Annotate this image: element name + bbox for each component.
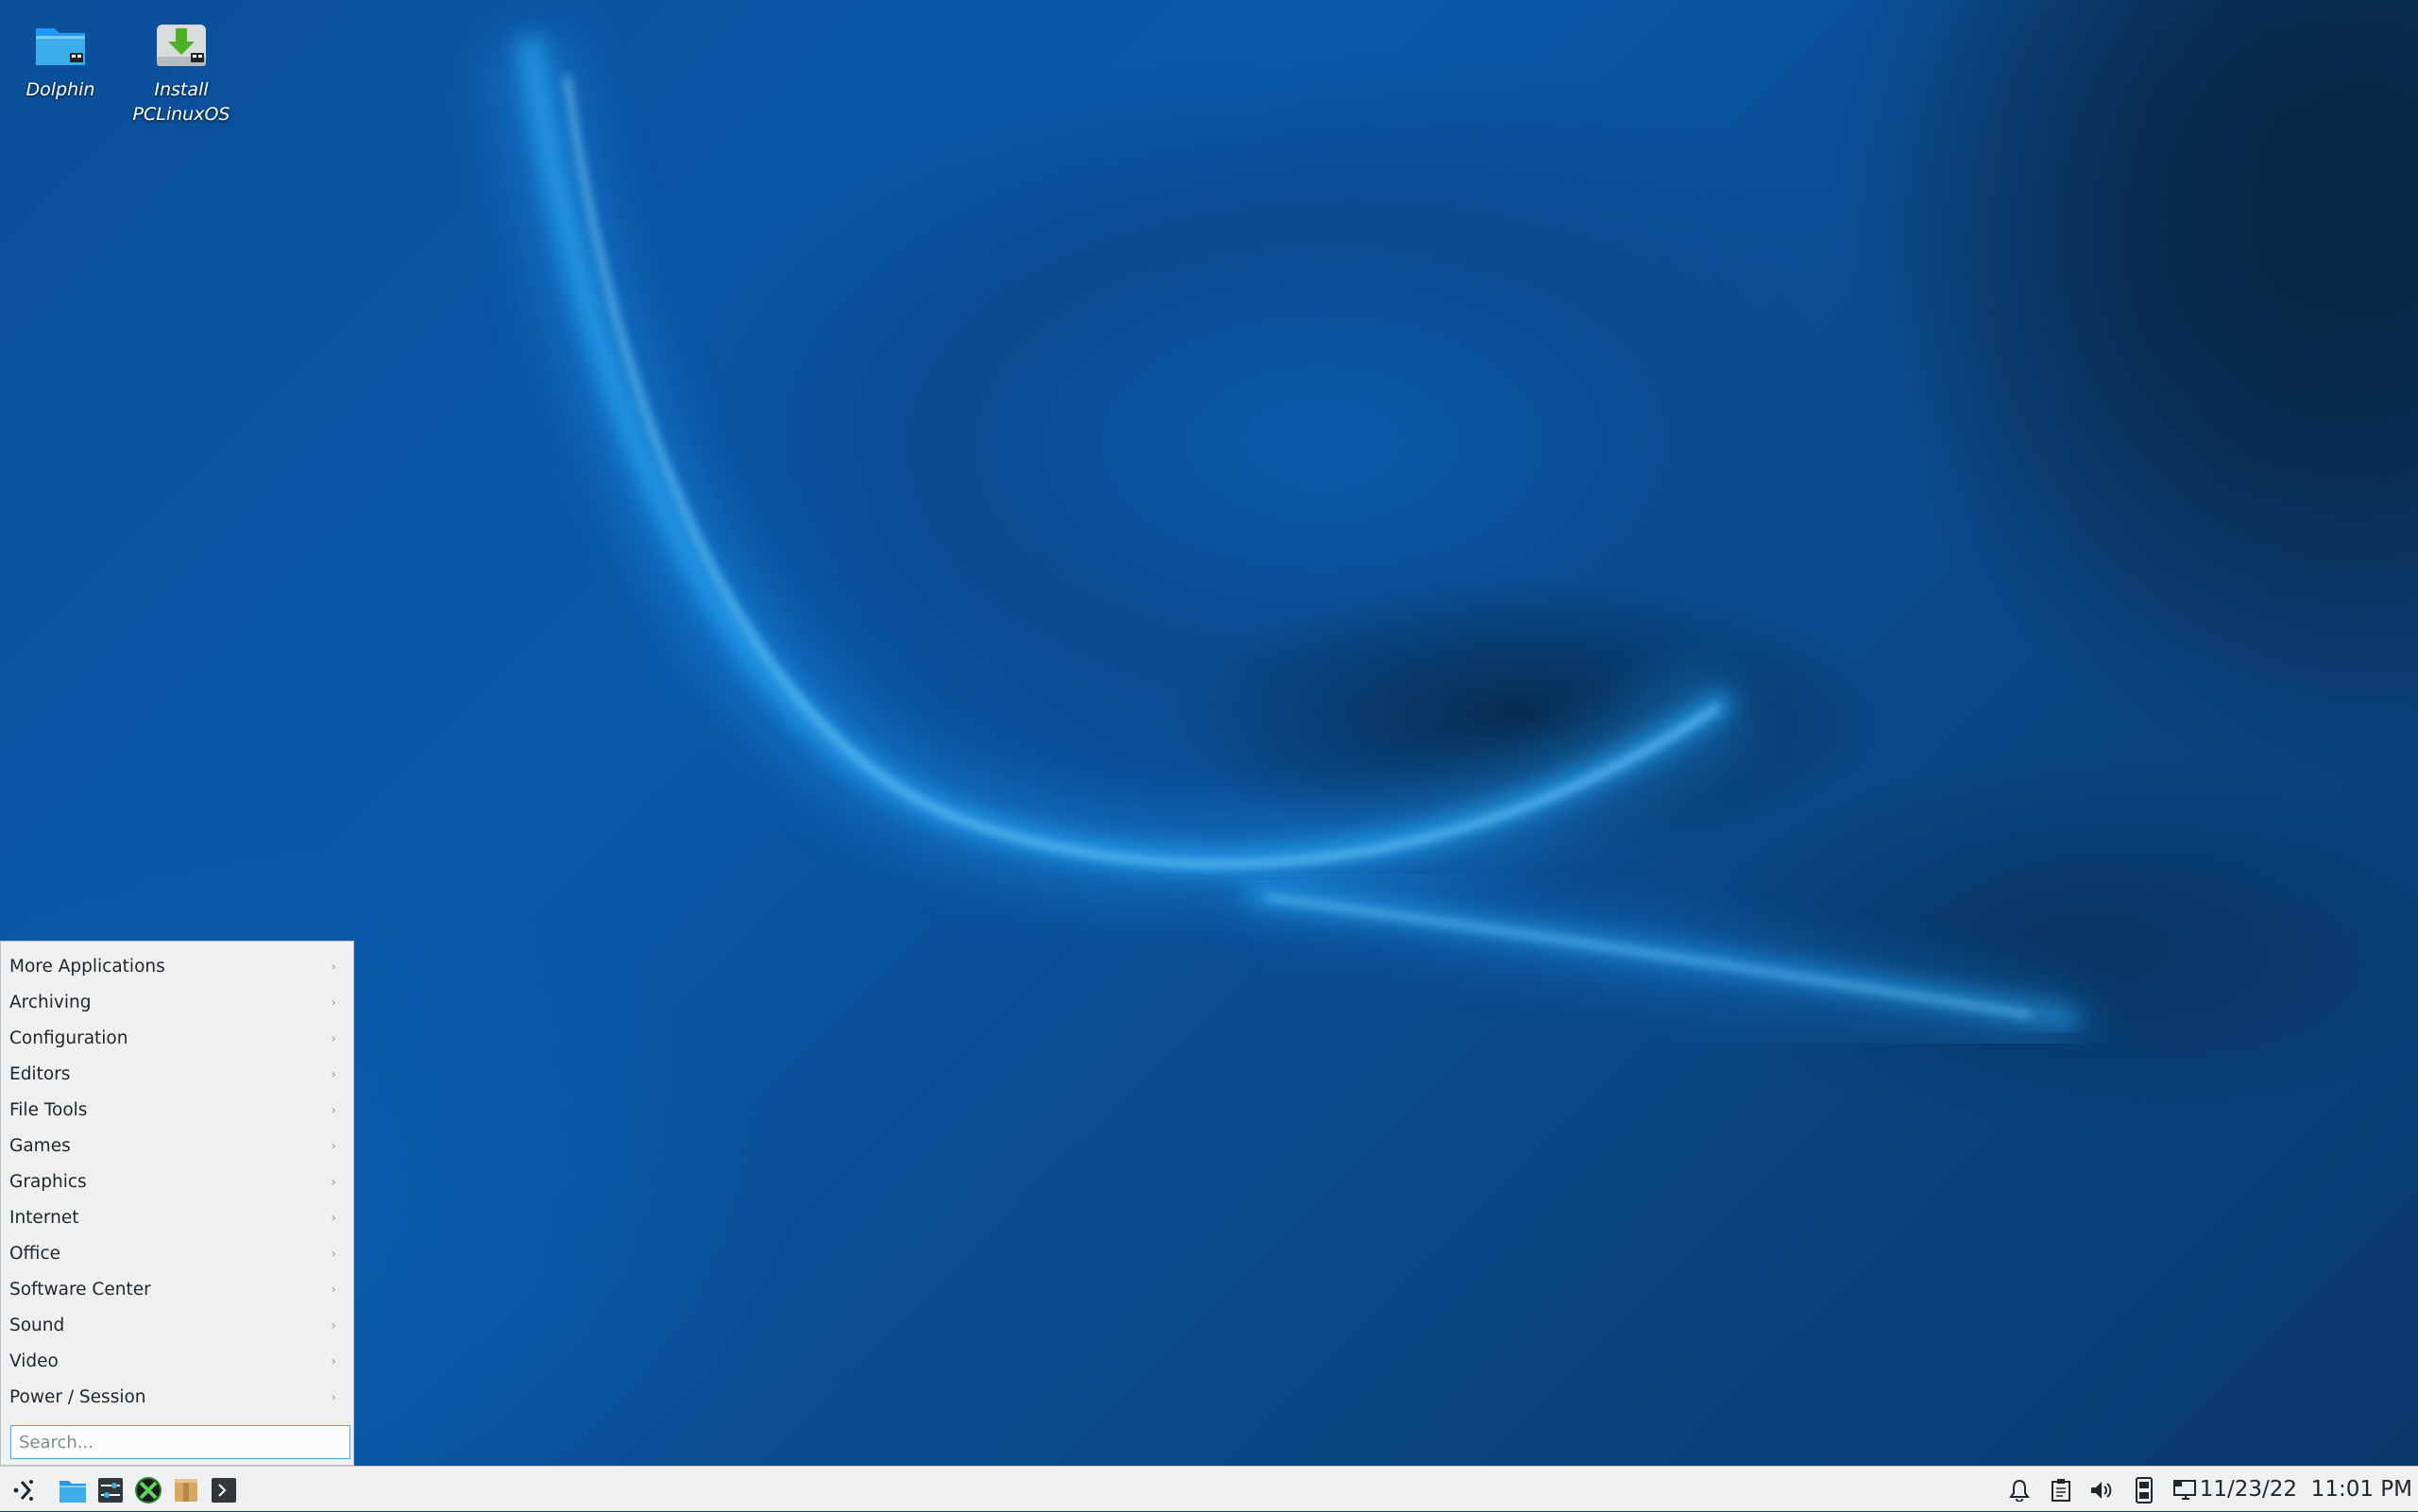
app-launcher-button[interactable] [9,1476,40,1504]
chevron-right-icon: › [331,1318,336,1334]
xbox-icon [135,1477,162,1504]
chevron-right-icon: › [331,1067,336,1082]
menu-search-input[interactable] [10,1425,350,1459]
menu-item-label: Configuration [9,1028,128,1048]
volume-icon [2091,1482,2112,1499]
menu-item-more-applications[interactable]: More Applications › [1,949,353,985]
menu-item-configuration[interactable]: Configuration › [1,1021,353,1057]
menu-item-power-session[interactable]: Power / Session › [1,1380,353,1416]
file-manager-launcher[interactable] [58,1476,88,1504]
system-settings-launcher[interactable] [95,1476,126,1504]
menu-item-label: Games [9,1136,71,1156]
menu-item-label: Sound [9,1316,65,1335]
notifications-icon [2009,1479,2030,1502]
menu-item-video[interactable]: Video › [1,1344,353,1380]
menu-item-label: Archiving [9,993,92,1012]
menu-item-archiving[interactable]: Archiving › [1,985,353,1021]
desktop-icon-install-pclinuxos[interactable]: Install PCLinuxOS [125,0,238,127]
terminal-icon [212,1478,236,1503]
menu-item-label: Graphics [9,1172,87,1192]
menu-item-label: File Tools [9,1100,88,1120]
chevron-right-icon: › [331,1103,336,1118]
desktop-icon-dolphin[interactable]: Dolphin [4,0,117,102]
system-settings-icon [98,1478,123,1503]
menu-item-label: Software Center [9,1280,151,1300]
clipboard-icon [2052,1479,2070,1502]
terminal-launcher[interactable] [209,1476,239,1504]
display-icon [2173,1480,2196,1500]
menu-search-container [10,1425,350,1459]
chevron-right-icon: › [331,1354,336,1369]
install-disk-icon [151,15,212,76]
chevron-right-icon: › [331,1175,336,1190]
desktop-wallpaper: Dolphin Install PCLinuxOS [0,0,2418,1466]
menu-item-label: Video [9,1351,59,1371]
chevron-right-icon: › [331,1390,336,1405]
file-manager-icon [60,1481,86,1503]
menu-item-software-center[interactable]: Software Center › [1,1272,353,1308]
menu-item-graphics[interactable]: Graphics › [1,1164,353,1200]
volume-tray[interactable] [2087,1476,2116,1504]
notifications-tray[interactable] [2005,1476,2034,1504]
menu-item-editors[interactable]: Editors › [1,1057,353,1093]
desktop-icon-label: PCLinuxOS [132,104,230,125]
menu-item-file-tools[interactable]: File Tools › [1,1093,353,1129]
clock[interactable]: 11/23/22 11:01 PM [2200,1467,2412,1512]
menu-item-label: Editors [9,1064,71,1084]
menu-item-sound[interactable]: Sound › [1,1308,353,1344]
folder-icon [30,15,91,76]
menu-item-office[interactable]: Office › [1,1236,353,1272]
display-tray[interactable] [2171,1476,2200,1504]
archive-icon [175,1479,197,1502]
desktop-icon-label: Install [154,79,209,100]
chevron-right-icon: › [331,995,336,1011]
xbox-launcher[interactable] [133,1476,163,1504]
wallpaper-swoosh [486,0,2418,1133]
chevron-right-icon: › [331,1139,336,1154]
menu-category-list: More Applications › Archiving › Configurat… [1,949,353,1416]
removable-device-icon [2136,1477,2153,1504]
chevron-right-icon: › [331,1031,336,1046]
chevron-right-icon: › [331,1247,336,1262]
menu-item-label: Office [9,1244,61,1264]
desktop-icon-label: Dolphin [26,79,95,100]
app-launcher-icon [13,1480,33,1501]
menu-item-internet[interactable]: Internet › [1,1200,353,1236]
menu-item-label: More Applications [9,957,165,977]
menu-item-games[interactable]: Games › [1,1129,353,1164]
menu-item-label: Internet [9,1208,79,1228]
removable-device-tray[interactable] [2130,1476,2158,1504]
taskbar: 11/23/22 11:01 PM [0,1466,2418,1511]
archive-launcher[interactable] [171,1476,201,1504]
clipboard-tray[interactable] [2047,1476,2075,1504]
chevron-right-icon: › [331,1211,336,1226]
menu-item-label: Power / Session [9,1387,146,1407]
application-menu: More Applications › Archiving › Configurat… [0,941,354,1466]
chevron-right-icon: › [331,960,336,975]
chevron-right-icon: › [331,1283,336,1298]
